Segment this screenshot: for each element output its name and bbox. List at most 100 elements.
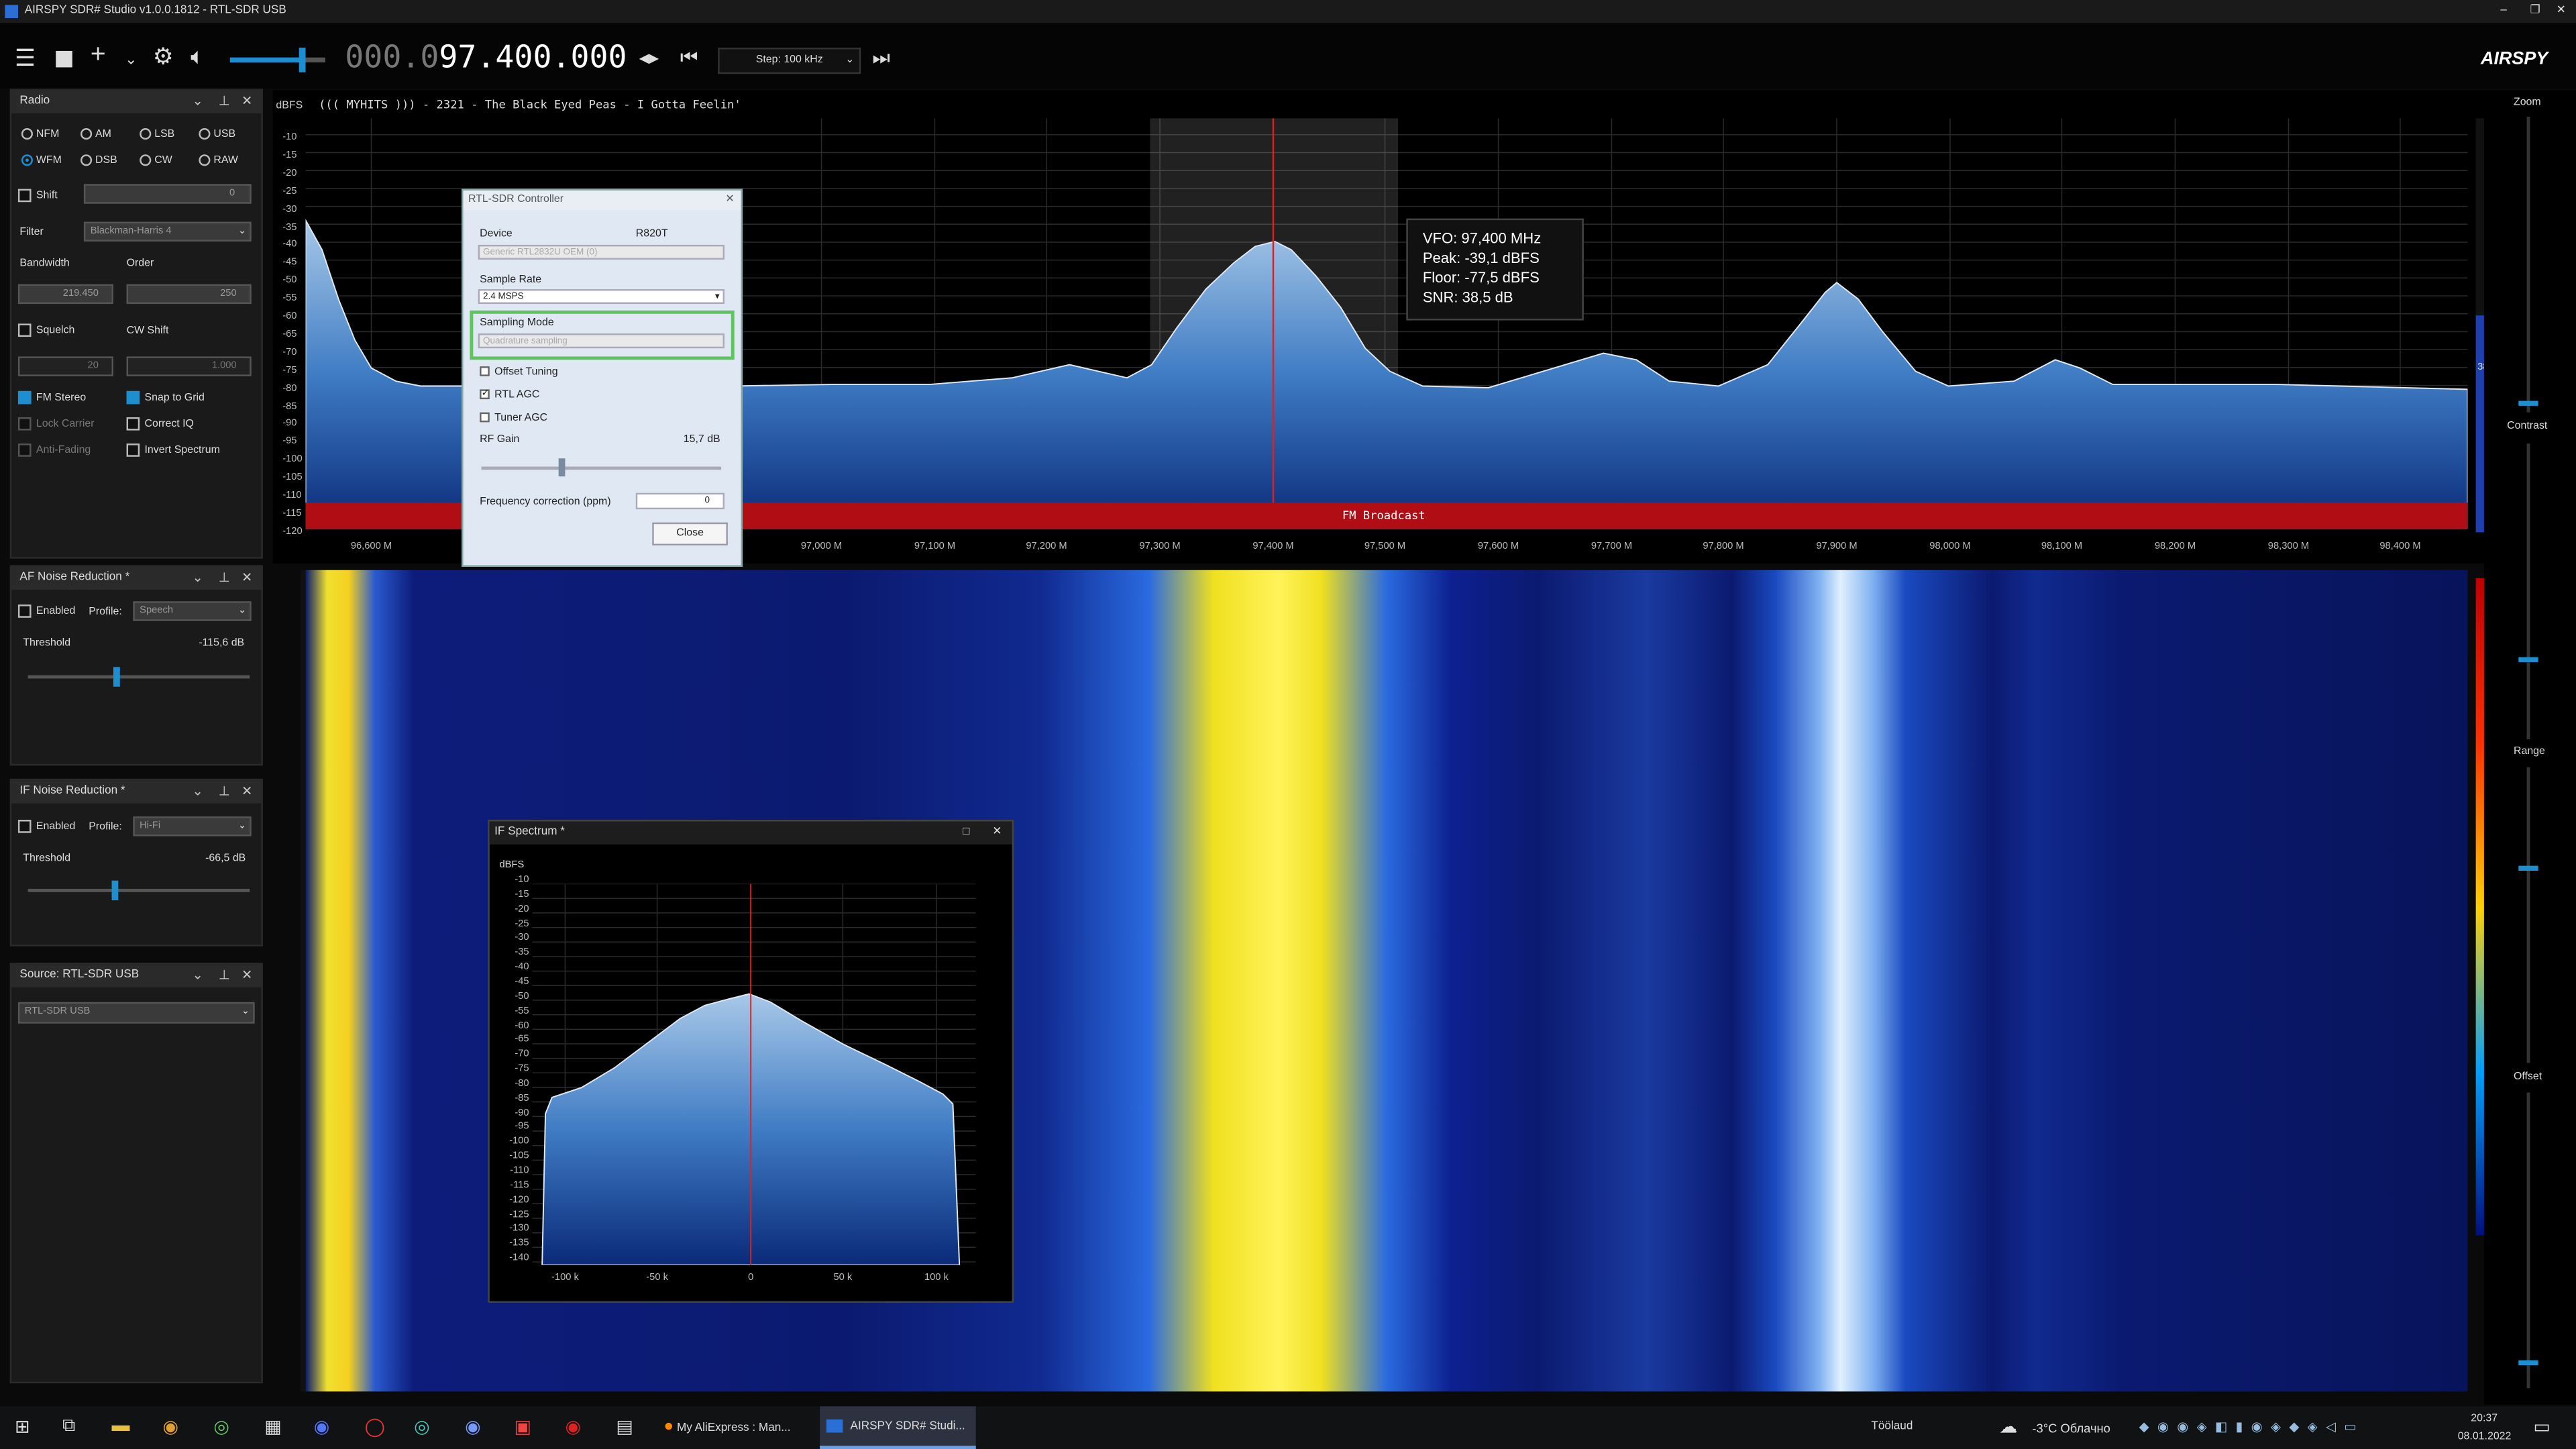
- close-icon[interactable]: ✕: [992, 822, 1002, 845]
- zoom-slider[interactable]: [2518, 116, 2538, 413]
- tuner-agc-checkbox[interactable]: Tuner AGC: [480, 413, 547, 424]
- app-icon-u[interactable]: ◎: [213, 1416, 229, 1437]
- frequency-correction-input[interactable]: 0: [635, 492, 725, 510]
- step-select[interactable]: Step: 100 kHz ⌄: [718, 48, 861, 74]
- clock-date[interactable]: 08.01.2022: [2458, 1431, 2512, 1442]
- if-nr-enabled-checkbox[interactable]: Enabled: [17, 820, 75, 833]
- pin-icon[interactable]: ⊥: [219, 567, 230, 590]
- chevron-down-icon[interactable]: ⌄: [193, 965, 203, 987]
- frequency-display[interactable]: 000.097.400.000: [345, 40, 627, 76]
- slider-thumb[interactable]: [558, 458, 566, 477]
- if-spectrum-plot[interactable]: [532, 883, 976, 1265]
- if-nr-profile-select[interactable]: Hi-Fi ⌄: [133, 816, 252, 837]
- close-icon[interactable]: ✕: [241, 965, 252, 987]
- slider-thumb[interactable]: [113, 667, 120, 687]
- source-select[interactable]: RTL-SDR USB ⌄: [17, 1002, 255, 1024]
- task-view-icon[interactable]: ⧉: [62, 1416, 75, 1438]
- af-nr-threshold-slider[interactable]: [28, 667, 250, 687]
- mode-nfm[interactable]: NFM: [21, 128, 59, 140]
- chevron-down-icon[interactable]: ⌄: [193, 567, 203, 590]
- shift-checkbox[interactable]: Shift: [17, 189, 58, 203]
- opera-icon[interactable]: ◯: [365, 1416, 385, 1437]
- af-nr-profile-select[interactable]: Speech ⌄: [133, 601, 252, 621]
- maximize-button[interactable]: ❐: [2530, 0, 2540, 23]
- order-input[interactable]: 250: [126, 284, 252, 305]
- windows-start-icon[interactable]: ⊞: [15, 1416, 30, 1437]
- toolaud-label[interactable]: Töölaud: [1871, 1421, 1913, 1432]
- mode-wfm[interactable]: WFM: [21, 154, 62, 166]
- squelch-checkbox[interactable]: Squelch: [17, 323, 74, 337]
- close-icon[interactable]: ✕: [725, 191, 734, 210]
- chevron-down-icon[interactable]: ⌄: [193, 780, 203, 803]
- mode-lsb[interactable]: LSB: [140, 128, 174, 140]
- tune-left-right-icon[interactable]: ◂▸: [639, 44, 659, 70]
- contrast-slider[interactable]: [2518, 443, 2538, 740]
- filter-select[interactable]: Blackman-Harris 4 ⌄: [83, 221, 252, 242]
- sampling-mode-select[interactable]: Quadrature sampling: [478, 333, 725, 349]
- volume-slider-thumb[interactable]: [299, 48, 306, 72]
- chevron-down-icon[interactable]: ⌄: [193, 91, 203, 113]
- clock-time[interactable]: 20:37: [2471, 1413, 2498, 1424]
- cw-shift-input[interactable]: 1.000: [126, 356, 252, 376]
- mode-am[interactable]: AM: [80, 128, 111, 140]
- add-icon[interactable]: +: [91, 42, 106, 69]
- app-icon-globe[interactable]: ◉: [465, 1416, 481, 1437]
- weather-cloud-icon[interactable]: ☁: [1999, 1416, 2017, 1437]
- stop-button[interactable]: [56, 50, 72, 68]
- mode-cw[interactable]: CW: [140, 154, 172, 166]
- rf-gain-slider[interactable]: [481, 458, 722, 477]
- mode-dsb[interactable]: DSB: [80, 154, 117, 166]
- snap-to-grid-checkbox[interactable]: Snap to Grid: [126, 390, 205, 405]
- shift-input[interactable]: 0: [83, 184, 252, 204]
- bandwidth-input[interactable]: 219.450: [17, 284, 113, 305]
- mode-raw[interactable]: RAW: [199, 154, 238, 166]
- if-nr-threshold-slider[interactable]: [28, 880, 250, 901]
- gear-icon[interactable]: ⚙: [153, 43, 174, 69]
- slider-thumb[interactable]: [2518, 400, 2538, 406]
- sample-rate-select[interactable]: 2.4 MSPS ▾: [478, 289, 725, 305]
- range-slider[interactable]: [2518, 767, 2538, 1063]
- rtl-agc-checkbox[interactable]: ✓ RTL AGC: [480, 389, 539, 401]
- app-icon-red[interactable]: ◉: [565, 1416, 581, 1437]
- correct-iq-checkbox[interactable]: Correct IQ: [126, 417, 194, 431]
- slider-thumb[interactable]: [2518, 1360, 2538, 1366]
- pin-icon[interactable]: ⊥: [219, 91, 230, 113]
- taskbar-item-airspy[interactable]: AIRSPY SDR# Studi...: [820, 1406, 976, 1449]
- close-button[interactable]: ✕: [2557, 0, 2566, 23]
- app-icon-grid[interactable]: ▦: [264, 1416, 281, 1437]
- af-nr-enabled-checkbox[interactable]: Enabled: [17, 604, 75, 618]
- dialog-close-button[interactable]: Close: [652, 522, 728, 546]
- system-tray-icons[interactable]: ◆◉◉◈◧▮◉◈◆◈◁▭: [2139, 1419, 2365, 1434]
- app-icon-blue[interactable]: ◉: [314, 1416, 330, 1437]
- close-icon[interactable]: ✕: [241, 91, 252, 113]
- fast-forward-icon[interactable]: ⏭: [872, 44, 890, 70]
- volume-slider[interactable]: [229, 48, 325, 72]
- slider-thumb[interactable]: [111, 880, 119, 901]
- speaker-icon[interactable]: 🔈︎: [191, 43, 205, 69]
- file-explorer-icon[interactable]: ▬: [112, 1416, 130, 1436]
- app-icon-folder[interactable]: ▤: [616, 1416, 633, 1437]
- close-icon[interactable]: ✕: [241, 567, 252, 590]
- offset-slider[interactable]: [2518, 1092, 2538, 1389]
- rewind-icon[interactable]: ⏮: [680, 44, 698, 70]
- mode-usb[interactable]: USB: [199, 128, 235, 140]
- app-icon-camera[interactable]: ▣: [515, 1416, 531, 1437]
- chrome-icon[interactable]: ◉: [162, 1416, 178, 1437]
- slider-thumb[interactable]: [2518, 865, 2538, 871]
- weather-text[interactable]: -3°C Облачно: [2032, 1421, 2110, 1436]
- menu-icon[interactable]: ☰: [15, 44, 36, 70]
- close-icon[interactable]: ✕: [241, 780, 252, 803]
- taskbar-item-aliexpress[interactable]: ● My AliExpress : Man...: [657, 1406, 814, 1449]
- anti-fading-checkbox[interactable]: Anti-Fading: [17, 443, 91, 457]
- notification-icon[interactable]: ▭: [2533, 1416, 2550, 1437]
- lock-carrier-checkbox[interactable]: Lock Carrier: [17, 417, 95, 431]
- chevron-down-icon[interactable]: ⌄: [125, 46, 137, 72]
- pin-icon[interactable]: ⊥: [219, 965, 230, 987]
- minimize-button[interactable]: –: [2500, 0, 2507, 23]
- maximize-icon[interactable]: □: [963, 822, 969, 845]
- invert-spectrum-checkbox[interactable]: Invert Spectrum: [126, 443, 220, 457]
- squelch-input[interactable]: 20: [17, 356, 113, 376]
- app-icon-teal[interactable]: ◎: [414, 1416, 430, 1437]
- slider-thumb[interactable]: [2518, 657, 2538, 662]
- pin-icon[interactable]: ⊥: [219, 780, 230, 803]
